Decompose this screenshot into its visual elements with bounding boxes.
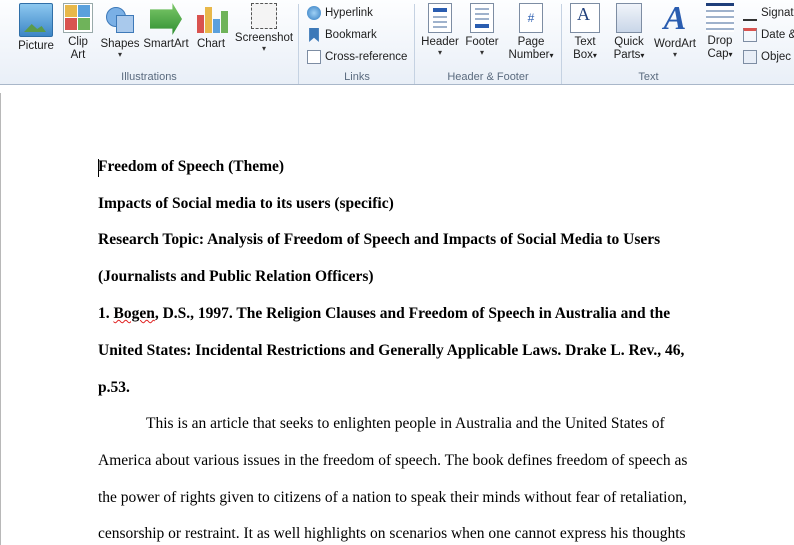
cross-reference-icon xyxy=(307,50,321,64)
drop-cap-label-2: Cap▾ xyxy=(701,48,739,61)
clip-art-button[interactable]: Clip Art xyxy=(60,3,96,62)
reference-rest: , D.S., 1997. The Religion Clauses and F… xyxy=(154,305,671,322)
header-footer-group: Header ▾ Footer ▾ # Page Number▾ Header … xyxy=(416,0,560,85)
picture-label: Picture xyxy=(18,40,54,52)
chart-icon xyxy=(195,3,228,35)
drop-cap-label-2-text: Cap xyxy=(707,48,729,60)
quick-parts-button[interactable]: Quick Parts▾ xyxy=(609,3,649,62)
group-divider xyxy=(298,4,299,84)
picture-button[interactable]: Picture xyxy=(14,3,58,53)
wordart-icon: A xyxy=(663,0,687,37)
doc-line-audience[interactable]: (Journalists and Public Relation Officer… xyxy=(98,268,374,286)
footer-icon xyxy=(470,3,494,33)
clip-art-icon xyxy=(63,3,93,33)
illustrations-group: Picture Clip Art Shapes ▾ SmartArt Chart… xyxy=(0,0,298,85)
hyperlink-icon xyxy=(307,6,321,20)
page-number-label-2-text: Number xyxy=(508,49,550,61)
reference-number: 1. xyxy=(98,305,114,322)
header-button[interactable]: Header ▾ xyxy=(419,3,461,57)
page-number-label-1: Page xyxy=(517,36,545,48)
signature-label: Signat xyxy=(761,7,794,19)
quick-parts-label-1: Quick xyxy=(614,36,644,48)
smartart-button[interactable]: SmartArt xyxy=(143,3,189,51)
doc-line-theme[interactable]: Freedom of Speech (Theme) xyxy=(98,158,284,176)
drop-cap-label-1: Drop xyxy=(707,35,733,47)
object-icon xyxy=(743,50,757,64)
doc-line-body-2[interactable]: America about various issues in the free… xyxy=(98,452,687,470)
cross-reference-button[interactable]: Cross-reference xyxy=(307,48,407,66)
page-number-label-2: Number▾ xyxy=(506,49,556,62)
header-footer-group-label: Header & Footer xyxy=(447,71,529,83)
doc-line-reference-3[interactable]: p.53. xyxy=(98,379,130,397)
ribbon: Picture Clip Art Shapes ▾ SmartArt Chart… xyxy=(0,0,794,85)
clip-art-label-1: Clip xyxy=(68,36,88,48)
doc-line-body-3[interactable]: the power of rights given to citizens of… xyxy=(98,489,687,507)
chart-button[interactable]: Chart xyxy=(193,3,229,51)
screenshot-dropdown-icon: ▾ xyxy=(261,44,266,53)
doc-line-body-4[interactable]: censorship or restraint. It as well high… xyxy=(98,525,686,543)
quick-parts-label-2: Parts▾ xyxy=(609,49,649,62)
hyperlink-label: Hyperlink xyxy=(325,7,373,19)
doc-line-body-1[interactable]: This is an article that seeks to enlight… xyxy=(146,415,665,433)
doc-line-reference-1[interactable]: 1. Bogen, D.S., 1997. The Religion Claus… xyxy=(98,305,670,323)
text-box-label-2: Box▾ xyxy=(565,49,605,62)
header-icon xyxy=(428,3,452,33)
shapes-icon xyxy=(104,3,136,35)
doc-line-reference-2[interactable]: United States: Incidental Restrictions a… xyxy=(98,342,684,360)
drop-cap-button[interactable]: Drop Cap▾ xyxy=(701,3,739,61)
text-box-label-2-text: Box xyxy=(573,49,593,61)
page-left-edge xyxy=(0,93,1,545)
footer-dropdown-icon: ▾ xyxy=(479,48,484,57)
shapes-dropdown-icon: ▾ xyxy=(117,50,122,59)
text-box-dropdown-icon: ▾ xyxy=(592,51,597,60)
smartart-icon xyxy=(150,3,182,35)
screenshot-button[interactable]: Screenshot ▾ xyxy=(233,3,295,53)
illustrations-group-label: Illustrations xyxy=(121,71,177,83)
text-group: Text Box▾ Quick Parts▾ A WordArt ▾ Drop … xyxy=(563,0,794,85)
hyperlink-button[interactable]: Hyperlink xyxy=(307,4,373,22)
bookmark-label: Bookmark xyxy=(325,29,377,41)
object-label: Objec xyxy=(761,51,792,63)
smartart-label: SmartArt xyxy=(143,38,189,50)
group-divider xyxy=(561,4,562,84)
drop-cap-icon xyxy=(706,3,734,32)
quick-parts-label-2-text: Parts xyxy=(613,49,641,61)
signature-icon xyxy=(743,5,757,21)
doc-line-specific[interactable]: Impacts of Social media to its users (sp… xyxy=(98,195,394,213)
picture-icon xyxy=(19,3,53,37)
group-divider xyxy=(414,4,415,84)
header-dropdown-icon: ▾ xyxy=(437,48,442,57)
date-time-button[interactable]: Date & xyxy=(743,26,794,44)
drop-cap-dropdown-icon: ▾ xyxy=(728,50,733,59)
shapes-button[interactable]: Shapes ▾ xyxy=(98,3,142,59)
signature-line-button[interactable]: Signat xyxy=(743,4,794,22)
date-time-label: Date & xyxy=(761,29,794,41)
calendar-icon xyxy=(743,28,757,42)
page-number-icon: # xyxy=(519,3,543,33)
bookmark-icon xyxy=(309,28,319,42)
chart-label: Chart xyxy=(196,38,226,50)
screenshot-icon xyxy=(251,3,277,29)
page-number-dropdown-icon: ▾ xyxy=(549,51,554,60)
object-button[interactable]: Objec xyxy=(743,48,791,66)
cross-reference-label: Cross-reference xyxy=(325,51,408,63)
misspelled-word[interactable]: Bogen xyxy=(114,305,155,322)
footer-button[interactable]: Footer ▾ xyxy=(461,3,503,57)
quick-parts-icon xyxy=(616,3,642,33)
text-group-label: Text xyxy=(638,71,659,83)
bookmark-button[interactable]: Bookmark xyxy=(307,26,377,44)
links-group: Hyperlink Bookmark Cross-reference Links xyxy=(300,0,414,85)
wordart-button[interactable]: A WordArt ▾ xyxy=(651,0,699,59)
wordart-dropdown-icon: ▾ xyxy=(672,50,677,59)
page-number-button[interactable]: # Page Number▾ xyxy=(506,3,556,62)
clip-art-label-2: Art xyxy=(70,49,86,61)
quick-parts-dropdown-icon: ▾ xyxy=(640,51,645,60)
text-box-button[interactable]: Text Box▾ xyxy=(565,3,605,62)
text-box-icon xyxy=(570,3,600,33)
doc-line-research-topic[interactable]: Research Topic: Analysis of Freedom of S… xyxy=(98,231,660,249)
links-group-label: Links xyxy=(344,71,370,83)
text-box-label-1: Text xyxy=(574,36,596,48)
